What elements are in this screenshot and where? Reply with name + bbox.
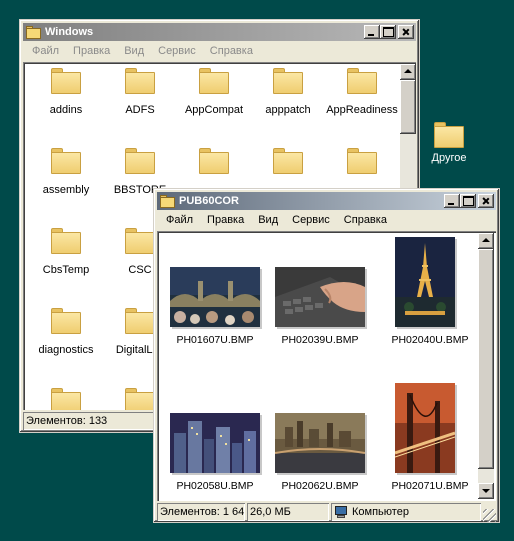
desktop-folder-other[interactable]: Другое [424, 122, 474, 172]
status-location-label: Компьютер [352, 506, 409, 518]
close-button[interactable] [478, 194, 494, 208]
folder-name: CSC [128, 264, 152, 276]
folder-item[interactable]: CbsTemp [30, 228, 102, 276]
menu-help[interactable]: Справка [337, 214, 394, 226]
menu-view[interactable]: Вид [251, 214, 285, 226]
pub60cor-window[interactable]: PUB60COR Файл Правка Вид Сервис Справка [153, 188, 500, 523]
scroll-up-button[interactable] [478, 233, 494, 249]
folder-name: AppReadiness [326, 104, 398, 116]
status-item-count: Элементов: 1 64 [157, 503, 245, 521]
menu-edit[interactable]: Правка [200, 214, 251, 226]
folder-icon [125, 68, 155, 94]
pub60cor-status-bar: Элементов: 1 64 26,0 МБ Компьютер [157, 502, 496, 522]
keyboard-photo-icon [275, 267, 365, 327]
folder-icon [199, 68, 229, 94]
thumbnail-item[interactable]: PH02062U.BMP [270, 381, 370, 501]
folder-name: assembly [42, 184, 90, 196]
window-title: PUB60COR [179, 195, 239, 207]
folder-item[interactable]: diagnostics [30, 308, 102, 356]
thumbnail-name: PH02039U.BMP [281, 334, 359, 346]
thumbnail-name: PH02062U.BMP [281, 480, 359, 492]
folder-icon [434, 122, 464, 148]
thumbnail-name: PH02058U.BMP [176, 480, 254, 492]
pub60cor-title-bar[interactable]: PUB60COR [157, 192, 496, 210]
thumbnail-item[interactable]: PH02039U.BMP [270, 235, 370, 355]
thumbnail-item[interactable]: PH02058U.BMP [165, 381, 265, 501]
thumbnail-name: PH01607U.BMP [176, 334, 254, 346]
scroll-down-button[interactable] [478, 483, 494, 499]
menu-file[interactable]: Файл [25, 45, 66, 57]
status-item-count: Элементов: 133 [23, 412, 159, 430]
folder-icon [51, 228, 81, 254]
folder-icon [160, 194, 175, 208]
bridge-photo-icon [170, 267, 260, 327]
folder-icon [125, 228, 155, 254]
desktop-folder-label: Другое [431, 152, 467, 164]
menu-file[interactable]: Файл [159, 214, 200, 226]
status-location: Компьютер [331, 503, 481, 521]
minimize-button[interactable] [364, 25, 380, 39]
folder-item[interactable] [30, 388, 102, 410]
folder-item[interactable]: ADFS [104, 68, 176, 116]
folder-name: CbsTemp [42, 264, 90, 276]
thumbnail-item[interactable]: PH02071U.BMP [380, 381, 480, 501]
scroll-thumb[interactable] [478, 249, 494, 469]
folder-icon [51, 388, 81, 410]
folder-name: addins [49, 104, 83, 116]
folder-icon [51, 68, 81, 94]
scroll-up-button[interactable] [400, 64, 416, 80]
eiffel-tower-photo-icon [395, 237, 455, 327]
folder-icon [125, 308, 155, 334]
computer-icon [334, 506, 348, 518]
folder-icon [51, 308, 81, 334]
folder-icon [199, 148, 229, 174]
folder-item[interactable]: addins [30, 68, 102, 116]
menu-tools[interactable]: Сервис [151, 45, 203, 57]
folder-icon [273, 68, 303, 94]
minimize-button[interactable] [444, 194, 460, 208]
folder-item[interactable] [252, 148, 324, 184]
menu-edit[interactable]: Правка [66, 45, 117, 57]
folder-item[interactable]: AppReadiness [326, 68, 398, 116]
folder-item[interactable]: assembly [30, 148, 102, 196]
folder-icon [51, 148, 81, 174]
pub60cor-menu-bar: Файл Правка Вид Сервис Справка [157, 210, 496, 230]
folder-icon [273, 148, 303, 174]
folder-icon [347, 68, 377, 94]
thumbnail-item[interactable]: PH01607U.BMP [165, 235, 265, 355]
maximize-button[interactable] [380, 25, 396, 39]
menu-help[interactable]: Справка [203, 45, 260, 57]
folder-icon [26, 25, 41, 39]
golden-gate-photo-icon [395, 383, 455, 473]
city-night-photo-icon [170, 413, 260, 473]
close-button[interactable] [398, 25, 414, 39]
folder-icon [125, 388, 155, 410]
folder-item[interactable]: apppatch [252, 68, 324, 116]
pub60cor-thumbnail-view[interactable]: PH01607U.BMP PH02039U.BMP PH02040U.BMP P… [157, 231, 496, 501]
thumbnail-name: PH02071U.BMP [391, 480, 469, 492]
vertical-scrollbar[interactable] [478, 233, 494, 499]
folder-name: AppCompat [184, 104, 244, 116]
folder-icon [347, 148, 377, 174]
folder-icon [125, 148, 155, 174]
city-river-photo-icon [275, 413, 365, 473]
folder-item[interactable] [178, 148, 250, 184]
folder-item[interactable]: AppCompat [178, 68, 250, 116]
folder-item[interactable] [326, 148, 398, 184]
folder-name: diagnostics [38, 344, 94, 356]
scroll-thumb[interactable] [400, 80, 416, 134]
menu-tools[interactable]: Сервис [285, 214, 337, 226]
menu-view[interactable]: Вид [117, 45, 151, 57]
windows-title-bar[interactable]: Windows [23, 23, 416, 41]
windows-menu-bar: Файл Правка Вид Сервис Справка [23, 41, 416, 61]
folder-name: apppatch [265, 104, 311, 116]
status-size: 26,0 МБ [247, 503, 329, 521]
maximize-button[interactable] [460, 194, 476, 208]
window-title: Windows [45, 26, 94, 38]
resize-grip[interactable] [483, 509, 496, 522]
thumbnail-name: PH02040U.BMP [391, 334, 469, 346]
thumbnail-item[interactable]: PH02040U.BMP [380, 235, 480, 355]
folder-name: ADFS [125, 104, 155, 116]
